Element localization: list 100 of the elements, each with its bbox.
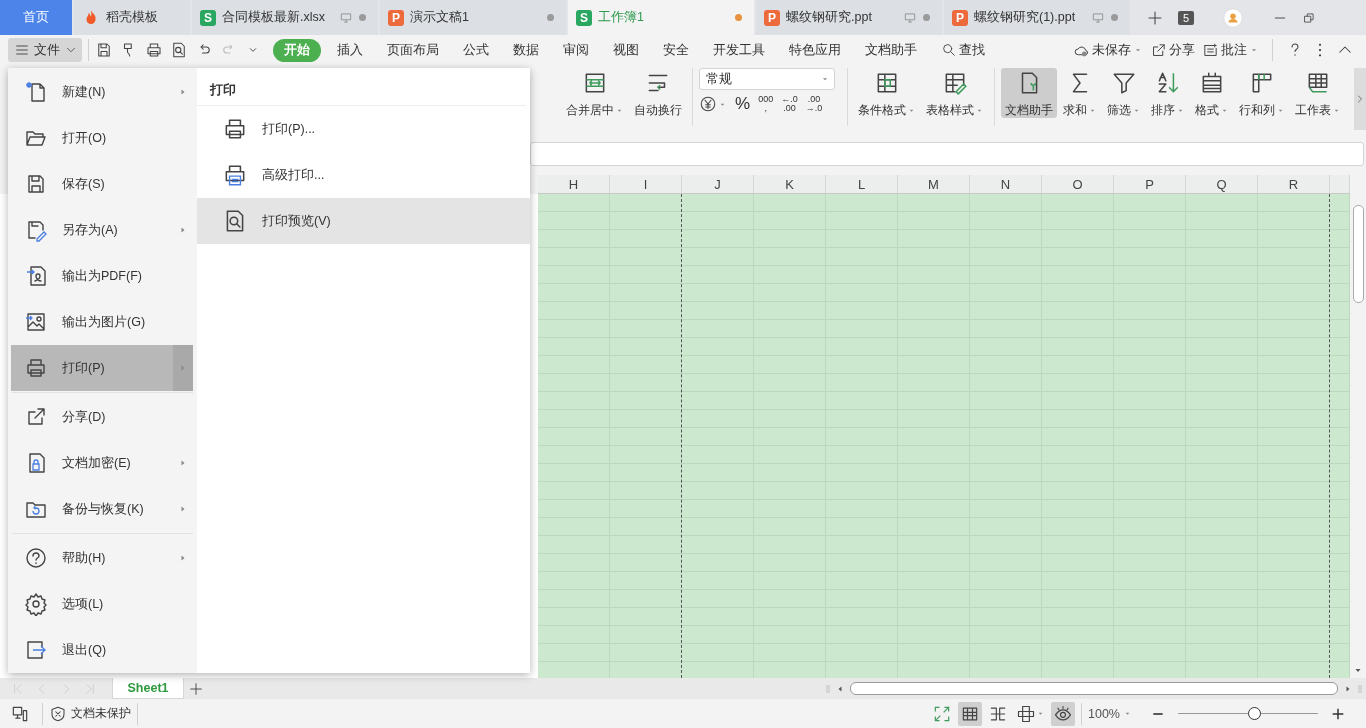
- column-header[interactable]: P: [1114, 175, 1186, 194]
- menu-item[interactable]: 分享(D): [11, 394, 193, 440]
- protection-status[interactable]: 文档未保护: [49, 704, 131, 723]
- ribbon-button[interactable]: 求和: [1059, 68, 1101, 118]
- document-tab[interactable]: 首页: [0, 0, 72, 35]
- menu-item[interactable]: 文档加密(E): [11, 440, 193, 486]
- spreadsheet-icon: S: [200, 9, 216, 26]
- column-header[interactable]: L: [826, 175, 898, 194]
- menu-item[interactable]: 打印(P)...: [197, 106, 530, 152]
- printer-icon: [24, 356, 48, 380]
- column-header[interactable]: J: [682, 175, 754, 194]
- number-format-button[interactable]: %: [735, 94, 751, 114]
- ribbon-button[interactable]: 自动换行: [630, 68, 686, 118]
- ribbon-tab[interactable]: 插入: [325, 38, 375, 62]
- tab-label: 工作簿1: [598, 9, 644, 26]
- currency-button[interactable]: [699, 95, 727, 113]
- header-action[interactable]: 分享: [1150, 41, 1195, 59]
- ribbon-tab[interactable]: 特色应用: [777, 38, 853, 62]
- column-header[interactable]: O: [1042, 175, 1114, 194]
- ribbon-tab[interactable]: 文档助手: [853, 38, 929, 62]
- number-format-button[interactable]: 000 ,: [758, 95, 774, 113]
- restore-icon[interactable]: [1302, 10, 1317, 25]
- ribbon-button[interactable]: 条件格式: [854, 68, 920, 118]
- image-icon: [24, 310, 48, 334]
- column-header[interactable]: H: [538, 175, 610, 194]
- shield-icon: [49, 704, 67, 723]
- menu-item[interactable]: 保存(S): [11, 161, 193, 207]
- menu-item[interactable]: 输出为PDF(F): [11, 253, 193, 299]
- printer-icon[interactable]: [145, 41, 163, 59]
- header-action[interactable]: 批注: [1202, 41, 1259, 59]
- ribbon-button[interactable]: 排序: [1147, 68, 1189, 118]
- menu-item[interactable]: 退出(Q): [11, 627, 193, 673]
- reading-layout-icon: [1016, 703, 1036, 724]
- menu-item[interactable]: 输出为图片(G): [11, 299, 193, 345]
- menu-item[interactable]: 打开(O): [11, 115, 193, 161]
- save-icon[interactable]: [95, 41, 113, 59]
- comment-icon: [1202, 41, 1219, 59]
- submenu-title: 打印: [197, 68, 526, 106]
- ribbon-tab[interactable]: 页面布局: [375, 38, 451, 62]
- slider-thumb[interactable]: [1248, 706, 1261, 720]
- search-button[interactable]: 查找: [929, 38, 997, 62]
- document-tab[interactable]: 稻壳模板: [74, 0, 190, 35]
- tab-label: 螺纹钢研究(1).ppt: [974, 9, 1076, 26]
- zoom-dropdown[interactable]: 100%: [1088, 706, 1132, 721]
- tab-count-badge[interactable]: 5: [1178, 10, 1195, 25]
- ribbon-button[interactable]: 合并居中: [562, 68, 628, 118]
- column-header[interactable]: [1330, 175, 1350, 194]
- ribbon-button[interactable]: 文档助手: [1001, 68, 1057, 118]
- ribbon-button[interactable]: 行和列: [1235, 68, 1289, 118]
- column-header[interactable]: K: [754, 175, 826, 194]
- ribbon-tab[interactable]: 审阅: [551, 38, 601, 62]
- ribbon-tab[interactable]: 开发工具: [701, 38, 777, 62]
- menu-item[interactable]: 帮助(H): [11, 535, 193, 581]
- number-format-button[interactable]: ←.0 .00: [781, 95, 798, 113]
- document-tab[interactable]: P 螺纹钢研究.ppt: [756, 0, 942, 35]
- ribbon-button[interactable]: 筛选: [1103, 68, 1145, 118]
- share-icon: [1150, 41, 1167, 59]
- help-icon: [24, 546, 48, 570]
- tab-label: 螺纹钢研究.ppt: [786, 9, 872, 26]
- sheet-tab[interactable]: Sheet1: [112, 678, 184, 699]
- scroll-thumb[interactable]: [850, 682, 1338, 695]
- scroll-thumb[interactable]: [1352, 205, 1364, 303]
- ribbon-button[interactable]: 格式: [1191, 68, 1233, 118]
- number-format-button[interactable]: .00 →.0: [805, 95, 823, 113]
- menu-item[interactable]: 另存为(A): [11, 207, 193, 253]
- header-action[interactable]: 未保存: [1073, 41, 1143, 59]
- file-menu-button[interactable]: 文件: [8, 38, 82, 62]
- settings-icon: [24, 592, 48, 616]
- column-header[interactable]: R: [1258, 175, 1330, 194]
- ribbon-tab[interactable]: 视图: [601, 38, 651, 62]
- document-tab[interactable]: P 演示文稿1: [380, 0, 566, 35]
- column-header[interactable]: I: [610, 175, 682, 194]
- ribbon-tab[interactable]: 安全: [651, 38, 701, 62]
- menu-item[interactable]: 高级打印...: [197, 152, 530, 198]
- document-tab[interactable]: P 螺纹钢研究(1).ppt: [944, 0, 1130, 35]
- formula-input[interactable]: [530, 142, 1364, 166]
- presentation-icon: P: [764, 9, 780, 26]
- ribbon-button[interactable]: 表格样式: [922, 68, 988, 118]
- view-mode-button[interactable]: [958, 701, 982, 726]
- menu-item[interactable]: 备份与恢复(K): [11, 486, 193, 532]
- menu-icon: [14, 42, 30, 58]
- column-header[interactable]: Q: [1186, 175, 1258, 194]
- menu-item[interactable]: 打印预览(V): [197, 198, 530, 244]
- column-header[interactable]: N: [970, 175, 1042, 194]
- tab-label: 演示文稿1: [410, 9, 469, 26]
- avatar-icon[interactable]: [1222, 6, 1245, 29]
- view-mode-button[interactable]: [1051, 701, 1075, 726]
- menu-item[interactable]: 选项(L): [11, 581, 193, 627]
- number-format-dropdown[interactable]: 常规: [699, 68, 835, 90]
- print-preview-icon[interactable]: [170, 41, 188, 59]
- document-tab[interactable]: S 合同模板最新.xlsx: [192, 0, 378, 35]
- column-header[interactable]: M: [898, 175, 970, 194]
- ribbon-tab[interactable]: 数据: [501, 38, 551, 62]
- menu-item[interactable]: 新建(N): [11, 69, 193, 115]
- tab-label: 首页: [23, 9, 49, 26]
- tab-label: 合同模板最新.xlsx: [222, 9, 325, 26]
- ribbon-button[interactable]: 工作表: [1291, 68, 1345, 118]
- add-sheet-icon[interactable]: [188, 680, 204, 697]
- ribbon-tab[interactable]: 公式: [451, 38, 501, 62]
- menu-item[interactable]: 打印(P): [11, 345, 193, 391]
